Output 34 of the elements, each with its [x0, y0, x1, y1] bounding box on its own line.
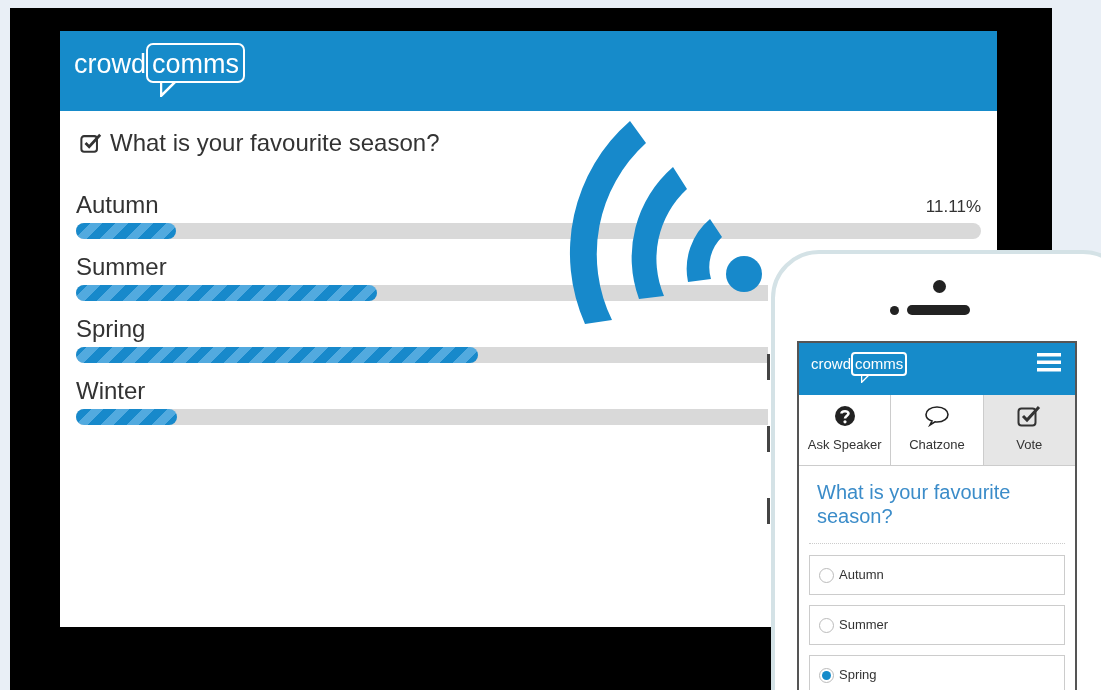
- logo-text: crowd: [74, 48, 147, 81]
- result-label: Autumn: [76, 191, 159, 219]
- option-label: Autumn: [839, 566, 884, 585]
- speech-bubble-icon: [924, 405, 950, 428]
- logo-text: crowd: [811, 354, 851, 374]
- bubble-tail-icon: [160, 81, 179, 97]
- bar-edge-mark: [767, 498, 770, 524]
- checkbox-icon: [1017, 405, 1042, 428]
- question-heading: What is your favourite season?: [809, 480, 1065, 544]
- logo-speech-bubble: comms: [851, 352, 908, 376]
- nav-tab[interactable]: Vote: [983, 395, 1075, 465]
- checkbox-icon: [80, 132, 102, 154]
- result-percentage: 11.11%: [925, 195, 981, 218]
- question-title: What is your favourite season?: [110, 128, 440, 158]
- radio-button[interactable]: [819, 567, 834, 583]
- bar-edge-mark: [767, 426, 770, 452]
- menu-icon[interactable]: [1037, 353, 1061, 372]
- question-icon: [833, 405, 856, 428]
- answer-option[interactable]: Summer: [809, 605, 1065, 645]
- phone-speaker: [907, 305, 970, 315]
- result-label: Summer: [76, 253, 167, 281]
- phone-camera: [932, 280, 946, 293]
- result-label: Winter: [76, 377, 146, 405]
- phone-sensor: [890, 305, 899, 315]
- answer-option[interactable]: Spring: [809, 655, 1065, 690]
- radio-button[interactable]: [819, 617, 834, 633]
- result-label: Spring: [76, 315, 146, 343]
- option-label: Spring: [839, 666, 877, 685]
- bubble-tail-icon: [861, 374, 871, 383]
- radio-button[interactable]: [819, 667, 834, 683]
- bar-edge-mark: [767, 354, 770, 380]
- logo-speech-bubble: comms: [146, 43, 246, 83]
- option-label: Summer: [839, 616, 889, 635]
- answer-option[interactable]: Autumn: [809, 555, 1065, 595]
